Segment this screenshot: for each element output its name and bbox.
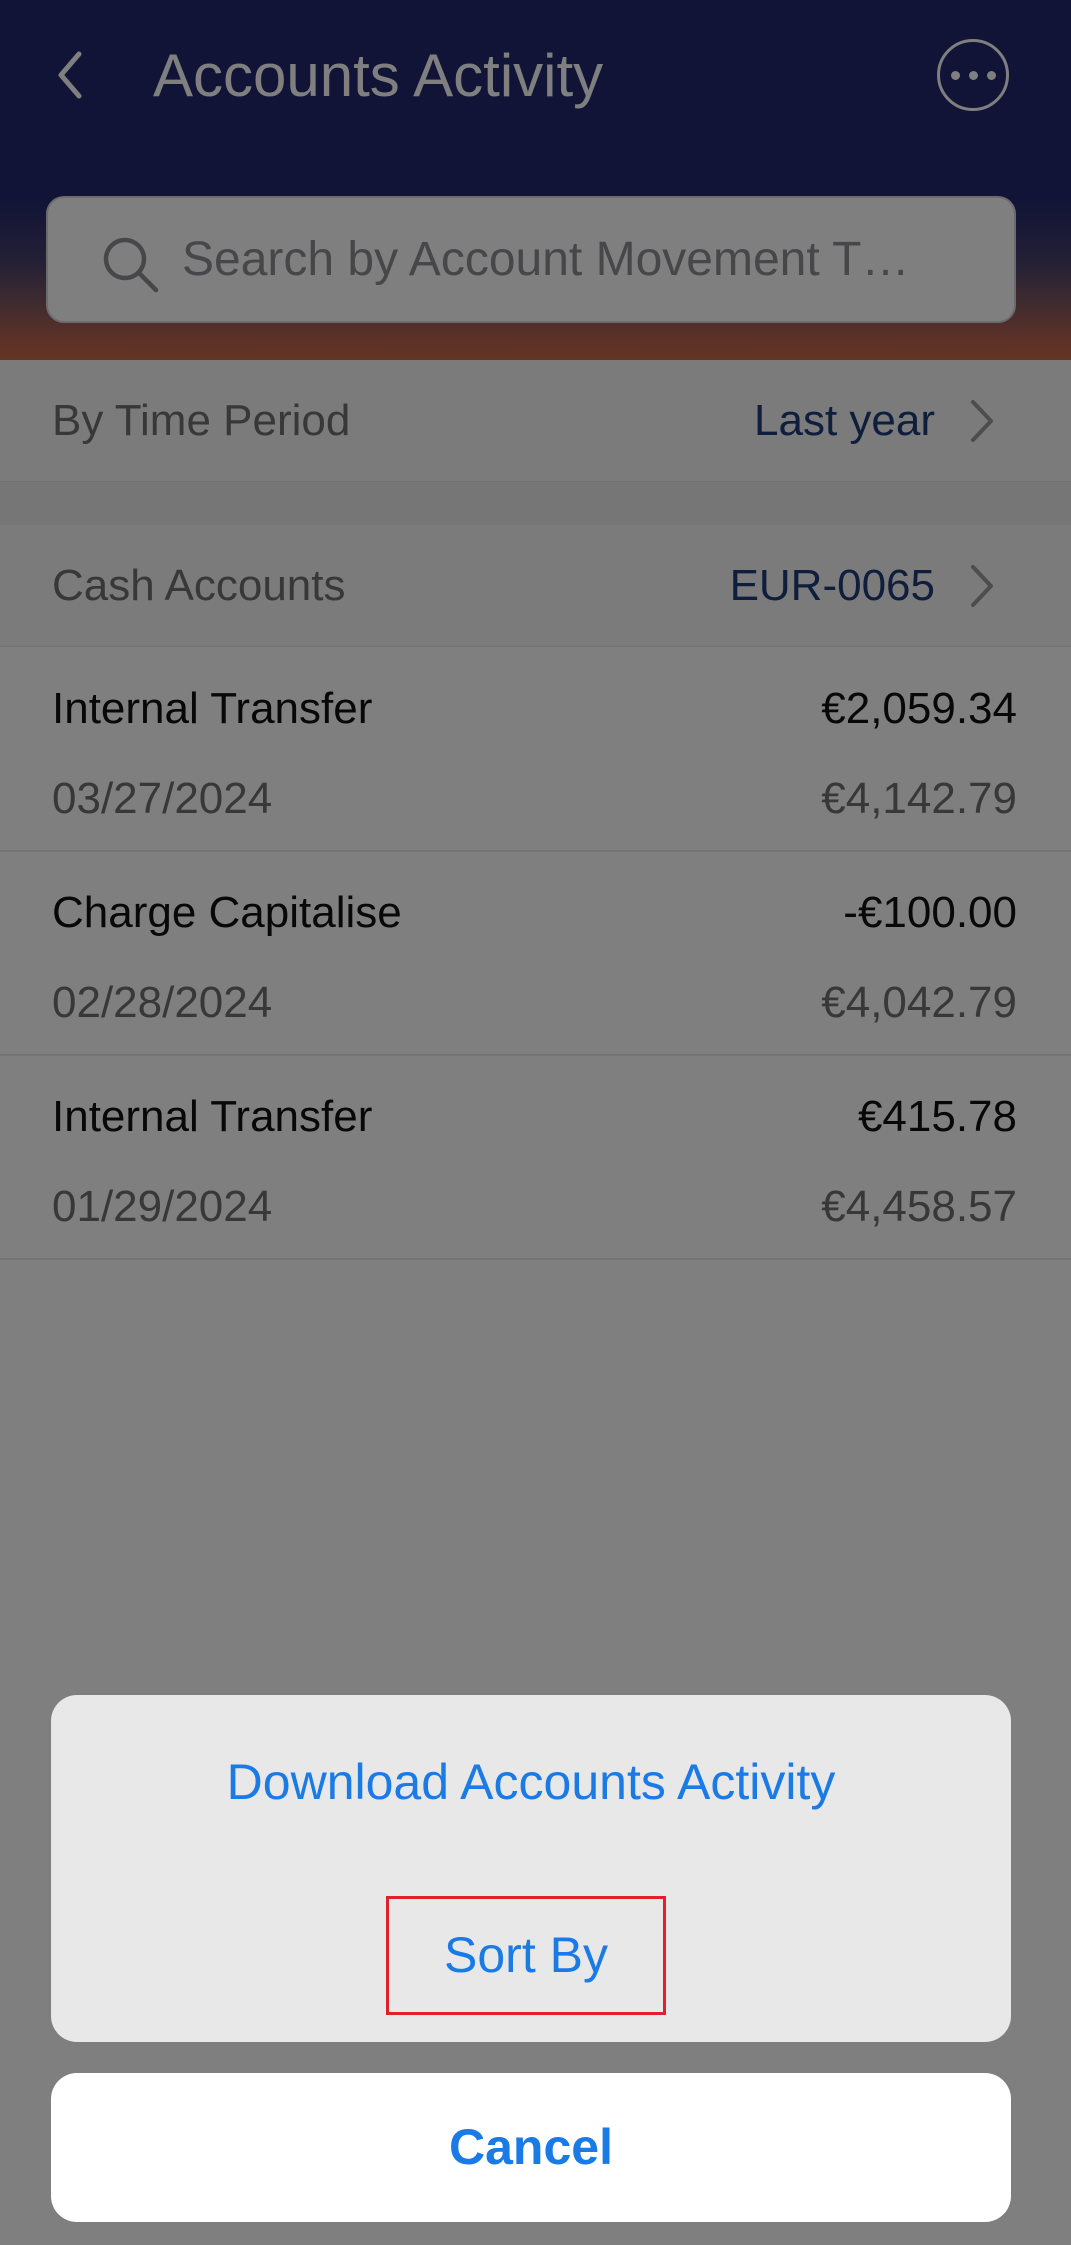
cancel-button[interactable]: Cancel <box>51 2073 1011 2222</box>
sort-by-button[interactable]: Sort By <box>389 1899 663 2012</box>
download-accounts-activity-button[interactable]: Download Accounts Activity <box>51 1695 1011 1870</box>
sort-by-highlight: Sort By <box>386 1896 666 2015</box>
action-sheet: Download Accounts Activity Sort By <box>51 1695 1011 2042</box>
accounts-activity-screen: Accounts Activity By Time Period Last ye… <box>0 0 1071 2245</box>
